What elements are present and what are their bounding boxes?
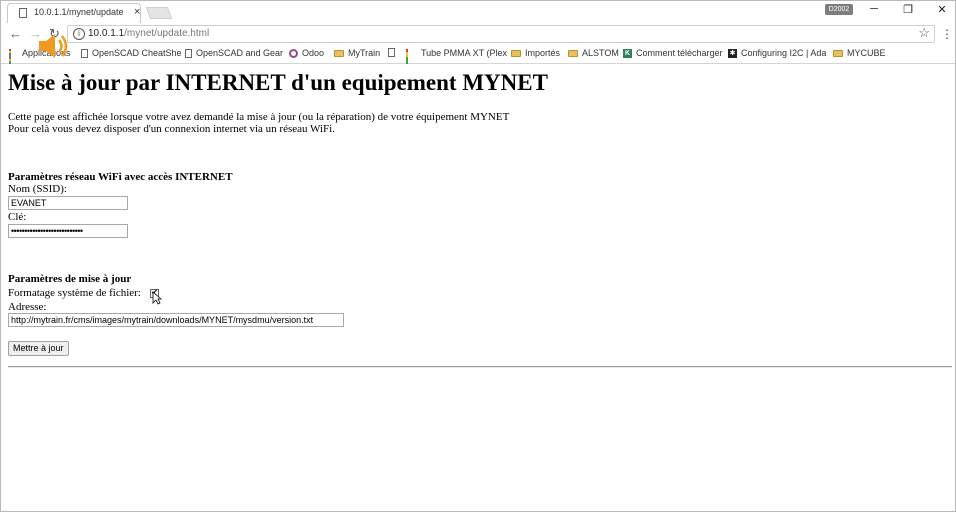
folder-icon [568, 49, 578, 57]
ssid-input[interactable]: EVANET [8, 196, 128, 210]
page-title: Mise à jour par INTERNET d'un equipement… [8, 70, 548, 95]
k-icon: K [623, 48, 632, 58]
ssid-label: Nom (SSID): [8, 183, 67, 195]
page-icon [185, 48, 192, 58]
tab-close-icon[interactable]: × [134, 6, 140, 18]
bookmark-configuring-i2c[interactable]: ✱ Configuring I2C | Ada [728, 48, 826, 58]
bookmark-tube-pmma[interactable]: Tube PMMA XT (Plex [406, 48, 507, 72]
address-url: 10.0.1.1/mynet/update.html [88, 28, 210, 39]
new-tab-button[interactable] [145, 7, 173, 19]
folder-icon [334, 49, 344, 57]
wifi-heading: Paramètres réseau WiFi avec accès INTERN… [8, 171, 233, 183]
page-icon [388, 48, 395, 57]
intro-line-1: Cette page est affichée lorsque votre av… [8, 111, 510, 123]
bookmark-importes[interactable]: Importés [511, 48, 560, 58]
bookmark-mytrain[interactable]: MyTrain [334, 48, 380, 58]
bookmarks-bar: Applications OpenSCAD CheatShe OpenSCAD … [1, 45, 955, 72]
bookmark-mycube[interactable]: MYCUBE [833, 48, 886, 58]
apps-grid-icon [9, 48, 18, 67]
gear-icon: ✱ [728, 48, 737, 58]
profile-badge[interactable]: D2002 [825, 4, 853, 15]
password-input[interactable]: ••••••••••••••••••••••••••• [8, 224, 128, 238]
folder-icon [511, 49, 521, 57]
info-icon[interactable]: i [73, 28, 85, 40]
update-heading: Paramètres de mise à jour [8, 273, 132, 285]
browser-menu-icon[interactable]: ⋮ [941, 27, 953, 41]
horizontal-rule [8, 366, 952, 368]
minimize-icon[interactable]: ─ [867, 3, 881, 15]
intro-line-2: Pour celà vous devez disposer d'un conne… [8, 123, 335, 135]
mouse-cursor-icon [152, 291, 162, 305]
tab-title: 10.0.1.1/mynet/update.ht [34, 7, 124, 17]
address-label: Adresse: [8, 301, 47, 313]
back-arrow-icon[interactable]: ← [9, 26, 22, 41]
title-bar: 10.0.1.1/mynet/update.ht × D2002 ─ ❐ ✕ [1, 1, 955, 23]
update-url-input[interactable]: http://mytrain.fr/cms/images/mytrain/dow… [8, 313, 344, 327]
browser-tab[interactable]: 10.0.1.1/mynet/update.ht × [7, 3, 141, 23]
pmma-icon [406, 49, 417, 72]
format-label: Formatage système de fichier: [8, 287, 141, 299]
odoo-icon [289, 48, 298, 58]
update-button[interactable]: Mettre à jour [8, 341, 69, 356]
bookmark-openscad-cheatsheet[interactable]: OpenSCAD CheatShe [81, 48, 182, 58]
close-window-icon[interactable]: ✕ [935, 3, 949, 16]
page-icon [19, 8, 27, 18]
key-label: Clé: [8, 211, 27, 223]
bookmark-odoo[interactable]: Odoo [289, 48, 324, 58]
browser-window: 10.0.1.1/mynet/update.ht × D2002 ─ ❐ ✕ ←… [0, 0, 956, 512]
bookmark-alstom[interactable]: ALSTOM [568, 48, 619, 58]
maximize-icon[interactable]: ❐ [901, 3, 915, 16]
bookmark-star-icon[interactable]: ☆ [918, 25, 930, 41]
speaker-icon [39, 34, 68, 58]
bookmark-comment-telecharger[interactable]: K Comment télécharger [623, 48, 723, 58]
folder-icon [833, 49, 843, 57]
bookmark-page[interactable] [388, 48, 399, 57]
page-icon [81, 48, 88, 58]
page-content: Mise à jour par INTERNET d'un equipement… [1, 64, 955, 510]
address-bar[interactable]: i 10.0.1.1/mynet/update.html ☆ [67, 25, 935, 43]
bookmark-openscad-gear[interactable]: OpenSCAD and Gear [185, 48, 283, 58]
